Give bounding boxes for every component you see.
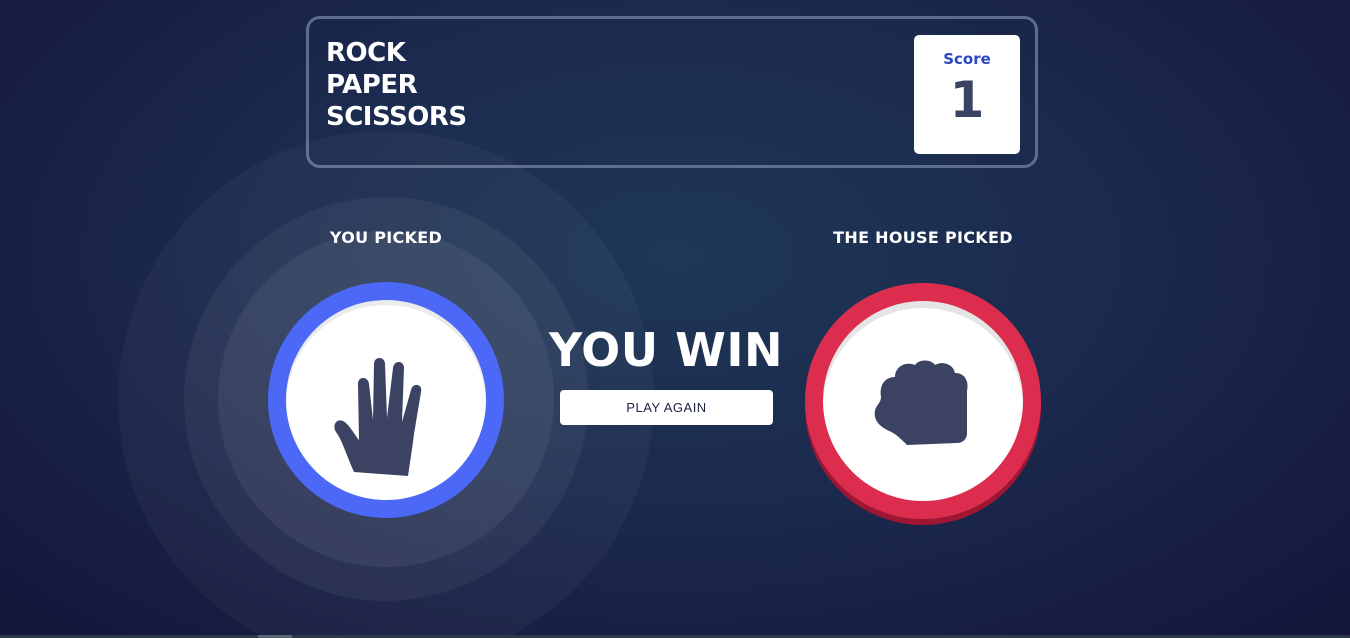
rock-fist-icon	[874, 360, 968, 445]
result-text: YOU WIN	[549, 323, 783, 377]
you-picked-label: YOU PICKED	[329, 228, 443, 247]
paper-hand-icon	[334, 358, 422, 476]
title-line-rock: ROCK	[326, 38, 406, 68]
score-label: Score	[943, 50, 991, 68]
house-token-face	[823, 301, 1023, 501]
game-title: ROCK PAPER SCISSORS	[326, 37, 467, 133]
player-token-face	[286, 300, 486, 500]
title-line-scissors: SCISSORS	[326, 102, 467, 132]
house-picked-label: THE HOUSE PICKED	[833, 228, 1013, 247]
play-again-button[interactable]: PLAY AGAIN	[560, 390, 773, 425]
player-choice-token	[268, 282, 504, 518]
score-value: 1	[949, 71, 985, 129]
title-line-paper: PAPER	[326, 70, 418, 100]
score-box: Score 1	[914, 35, 1020, 154]
house-choice-token	[805, 283, 1041, 519]
